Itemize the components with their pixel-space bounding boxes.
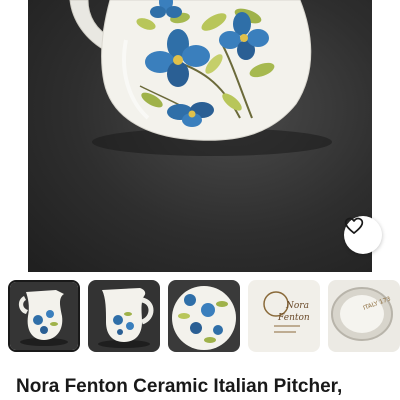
heart-outline-icon bbox=[344, 217, 364, 234]
thumbnail-2[interactable] bbox=[88, 280, 160, 352]
favorite-button[interactable] bbox=[344, 216, 382, 254]
stamp-text-nora: Nora bbox=[285, 301, 309, 311]
stamp-text-fenton: Fenton bbox=[277, 313, 310, 323]
main-product-image[interactable] bbox=[0, 0, 400, 272]
thumbnail-4[interactable]: Nora Fenton bbox=[248, 280, 320, 352]
pitcher-illustration bbox=[69, 0, 332, 156]
thumbnail-3[interactable] bbox=[168, 280, 240, 352]
listing-title: Nora Fenton Ceramic Italian Pitcher, bbox=[16, 376, 343, 397]
thumbnail-1[interactable] bbox=[8, 280, 80, 352]
thumbnail-strip: Nora Fenton ITALY 173 bbox=[0, 280, 400, 352]
thumbnail-5[interactable]: ITALY 173 bbox=[328, 280, 400, 352]
